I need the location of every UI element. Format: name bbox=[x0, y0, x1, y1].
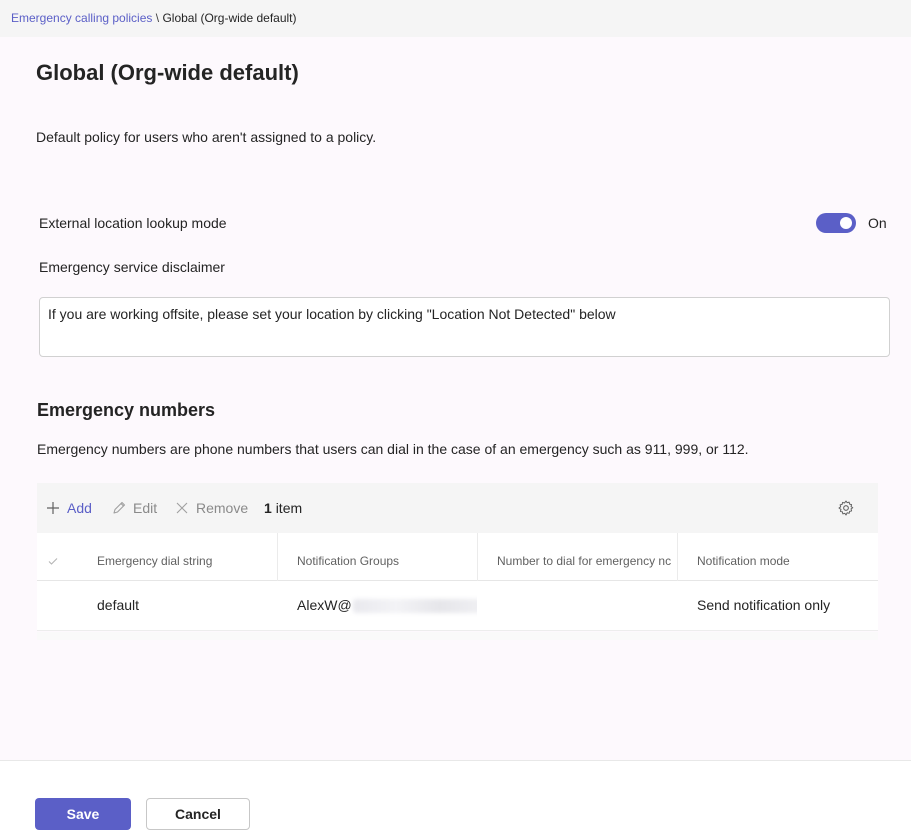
breadcrumb: Emergency calling policies \ Global (Org… bbox=[0, 0, 911, 37]
select-all-checkbox[interactable] bbox=[47, 554, 59, 572]
column-header-number-to-dial[interactable]: Number to dial for emergency nc bbox=[497, 533, 674, 581]
page-description: Default policy for users who aren't assi… bbox=[36, 129, 377, 145]
column-header-notification-mode[interactable]: Notification mode bbox=[697, 533, 877, 581]
disclaimer-textarea[interactable]: If you are working offsite, please set y… bbox=[39, 297, 890, 357]
checkmark-icon bbox=[48, 558, 58, 565]
add-button-label: Add bbox=[67, 500, 92, 516]
column-header-dial-string[interactable]: Emergency dial string bbox=[97, 533, 277, 581]
footer-actions: Save Cancel bbox=[0, 760, 911, 839]
cell-notification-mode: Send notification only bbox=[697, 597, 831, 613]
plus-icon bbox=[47, 502, 59, 514]
emergency-numbers-description: Emergency numbers are phone numbers that… bbox=[37, 441, 749, 457]
emergency-numbers-title: Emergency numbers bbox=[37, 400, 216, 420]
edit-button-label: Edit bbox=[133, 500, 158, 516]
table-bottom-edge bbox=[37, 632, 878, 640]
column-divider bbox=[277, 533, 278, 581]
item-count-label: item bbox=[275, 500, 303, 516]
external-lookup-state: On bbox=[868, 215, 887, 231]
edit-button[interactable]: Edit bbox=[111, 483, 157, 533]
page-title: Global (Org-wide default) bbox=[36, 60, 299, 85]
emergency-numbers-table: Emergency dial string Notification Group… bbox=[37, 533, 878, 631]
gear-icon bbox=[838, 500, 854, 516]
column-header-notification-groups[interactable]: Notification Groups bbox=[297, 533, 477, 581]
external-lookup-label: External location lookup mode bbox=[39, 215, 227, 231]
notification-group-email: AlexW@ bbox=[297, 597, 352, 613]
column-settings-button[interactable] bbox=[837, 499, 855, 522]
add-button[interactable]: Add bbox=[45, 483, 92, 533]
cell-number-to-dial bbox=[497, 581, 674, 631]
cell-notification-groups: AlexW@ bbox=[297, 581, 477, 631]
cancel-button[interactable]: Cancel bbox=[146, 798, 250, 830]
table-header: Emergency dial string Notification Group… bbox=[37, 533, 878, 581]
column-divider bbox=[677, 533, 678, 581]
remove-button[interactable]: Remove bbox=[174, 483, 248, 533]
toggle-knob bbox=[840, 217, 852, 229]
external-lookup-toggle[interactable] bbox=[816, 213, 856, 233]
close-icon bbox=[176, 502, 188, 514]
pencil-icon bbox=[113, 501, 126, 514]
table-row[interactable]: default AlexW@ Send notification only bbox=[37, 581, 878, 631]
column-divider bbox=[477, 533, 478, 581]
breadcrumb-current: Global (Org-wide default) bbox=[162, 11, 297, 25]
save-button[interactable]: Save bbox=[35, 798, 131, 830]
cell-dial-string: default bbox=[97, 597, 140, 613]
breadcrumb-link-emergency-calling-policies[interactable]: Emergency calling policies bbox=[11, 11, 152, 25]
remove-button-label: Remove bbox=[196, 500, 249, 516]
item-count-number: 1 bbox=[264, 500, 272, 516]
disclaimer-label: Emergency service disclaimer bbox=[39, 259, 225, 275]
emergency-numbers-toolbar: Add Edit Remove 1 item bbox=[37, 483, 878, 533]
breadcrumb-separator: \ bbox=[155, 11, 160, 25]
redacted-text bbox=[352, 599, 477, 614]
item-count: 1 item bbox=[264, 500, 302, 516]
